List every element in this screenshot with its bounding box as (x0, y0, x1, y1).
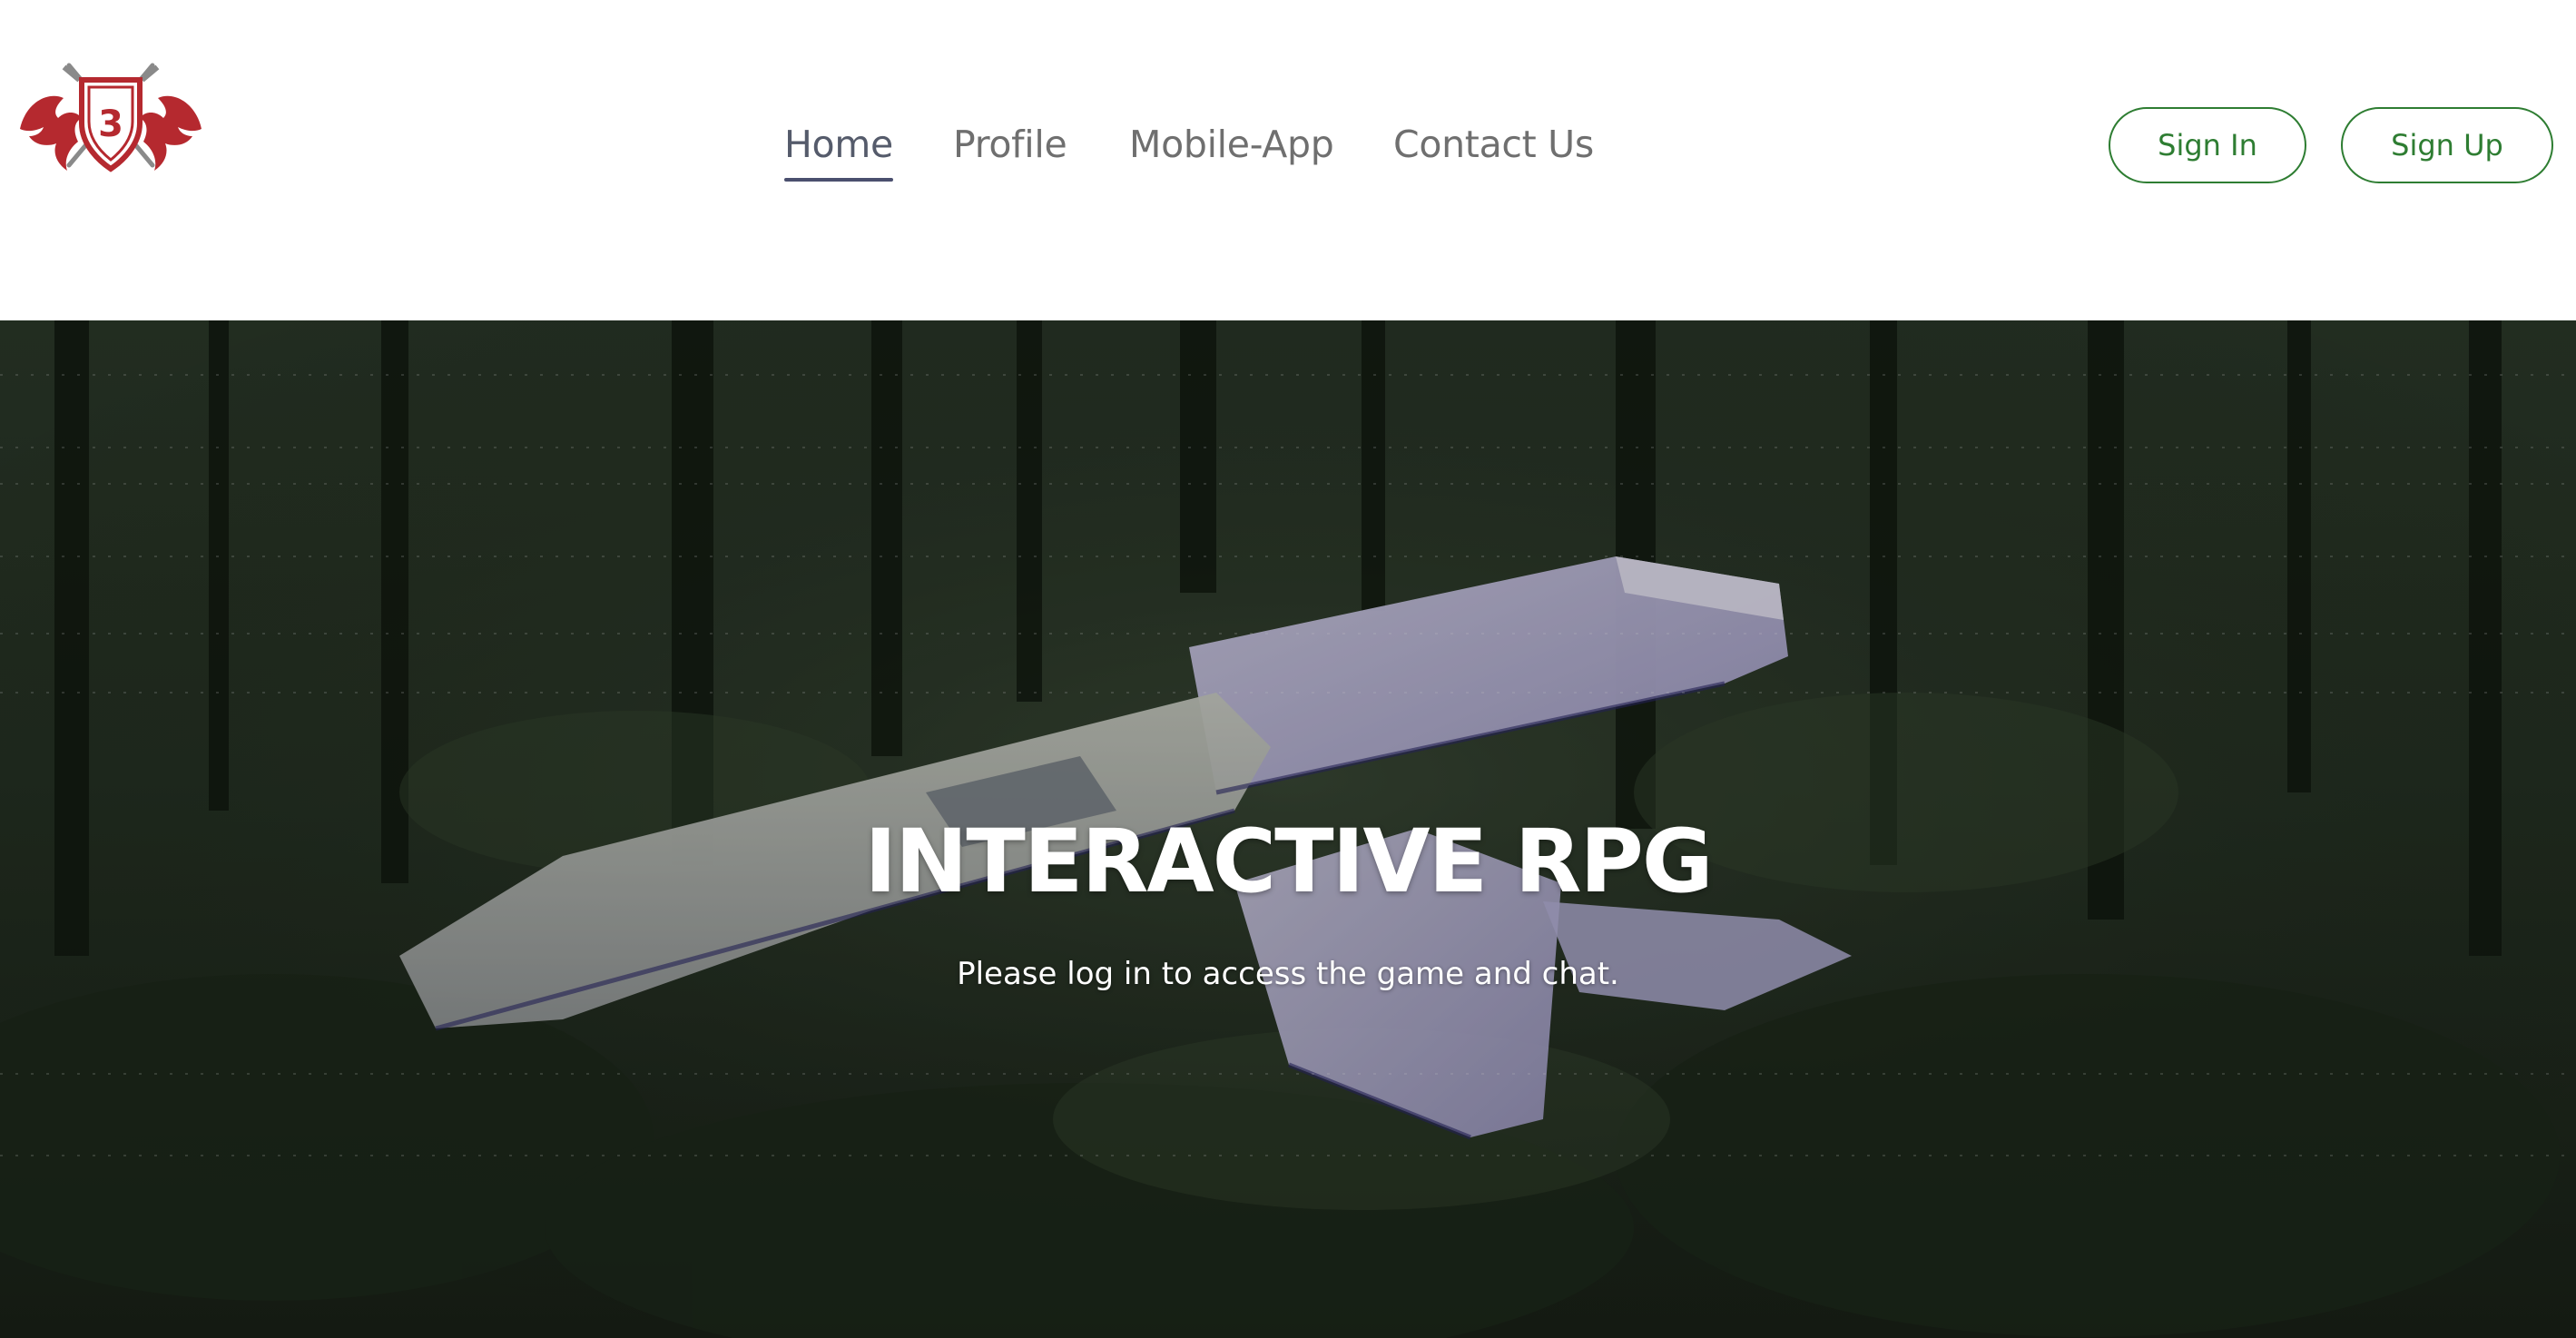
nav-item-contact-us-label: Contact Us (1393, 123, 1594, 166)
page: 3 Home Profile Mobile-App Contact Us Sig… (0, 0, 2576, 1338)
nav-item-profile[interactable]: Profile (953, 113, 1067, 176)
hero-subtitle: Please log in to access the game and cha… (957, 956, 1619, 992)
sign-in-button[interactable]: Sign In (2109, 107, 2306, 183)
nav-item-mobile-app[interactable]: Mobile-App (1129, 113, 1334, 176)
hero-section: INTERACTIVE RPG Please log in to access … (0, 320, 2576, 1338)
nav-item-profile-label: Profile (953, 123, 1067, 166)
site-header: 3 Home Profile Mobile-App Contact Us Sig… (0, 0, 2576, 320)
sign-up-button[interactable]: Sign Up (2341, 107, 2553, 183)
nav-item-contact-us[interactable]: Contact Us (1393, 113, 1594, 176)
nav-item-home-label: Home (784, 123, 893, 166)
active-nav-underline (784, 178, 893, 182)
nav-item-home[interactable]: Home (784, 113, 893, 182)
nav-item-mobile-app-label: Mobile-App (1129, 123, 1334, 166)
hero-title: INTERACTIVE RPG (864, 811, 1713, 912)
